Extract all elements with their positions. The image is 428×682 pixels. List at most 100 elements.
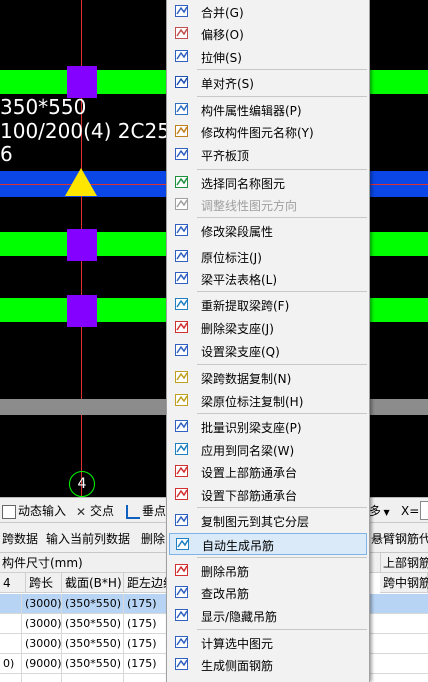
menu-item[interactable]: 删除吊筋 [169,560,367,582]
menu-item[interactable]: 删除梁支座(J) [169,317,367,339]
menu-item-label: 单对齐(S) [201,77,254,91]
menu-item-label: 生成侧面钢筋 [201,659,274,673]
menu-separator [197,69,367,70]
menu-item-label: 拉伸(S) [201,51,242,65]
table-cell[interactable]: 0) [0,654,22,674]
menu-item[interactable]: 复制图元到其它分层 [169,510,367,532]
table-cell[interactable] [62,674,124,682]
menu-item-label: 设置下部筋通承台 [201,489,298,503]
table-cell[interactable] [0,614,22,634]
menu-item[interactable]: 设置梁支座(Q) [169,340,367,362]
menu-item-label: 偏移(O) [201,28,244,42]
menu-item[interactable]: 合并(G) [169,1,367,23]
table-cell[interactable] [0,594,22,614]
menu-item[interactable]: 拉伸(S) [169,46,367,68]
axis-bubble: 4 [69,471,95,497]
menu-item-label: 调整线性图元方向 [201,199,298,213]
column[interactable] [67,295,97,327]
menu-item[interactable]: 设置下部筋通承台 [169,484,367,506]
table-cell[interactable]: (3000) [22,594,62,614]
table-cell[interactable]: (3000) [22,614,62,634]
more-snap[interactable]: 多 ▼ [369,502,390,520]
menu-item[interactable]: 重新提取梁跨(F) [169,294,367,316]
menu-item[interactable]: 梁平法表格(L) [169,268,367,290]
menu-item[interactable]: 计算选中图元 [169,632,367,654]
menu-separator [197,557,367,558]
adjust-direction-icon [174,196,190,212]
menu-item-label: 删除梁支座(J) [201,322,274,336]
more-snap-label: 多 [369,504,382,518]
column-header[interactable]: 4 [0,573,26,593]
menu-item-label: 梁平法表格(L) [201,273,278,287]
menu-item[interactable]: 设置上部筋通承台 [169,461,367,483]
menu-item[interactable]: 梁原位标注复制(H) [169,390,367,412]
table-cell[interactable]: (350*550) [62,634,124,654]
menu-item[interactable]: 构件属性编辑器(P) [169,99,367,121]
menu-item-label: 复制图元到其它分层 [201,515,310,529]
menu-separator [197,507,367,508]
perpendicular-snap[interactable]: 垂点 [126,502,166,520]
menu-separator [197,629,367,630]
extract-span-icon [174,296,190,312]
in-situ-label-icon [174,248,190,264]
menu-item[interactable]: 查改吊筋 [169,582,367,604]
perpendicular-icon [126,504,140,519]
menu-item-label: 重新提取梁跨(F) [201,299,290,313]
table-cell[interactable] [0,674,22,682]
column-header[interactable]: 跨中钢筋 [380,573,428,593]
table-cell[interactable]: (3000) [22,634,62,654]
column-header[interactable]: 跨长 [26,573,62,593]
menu-item-label: 平齐板顶 [201,149,250,163]
top-rebar-icon [174,463,190,479]
menu-separator [197,291,367,292]
dynamic-input-toggle[interactable]: 动态输入 [2,502,66,520]
bottom-rebar-icon [174,486,190,502]
table-cell[interactable]: (350*550) [62,614,124,634]
table-cell[interactable] [0,634,22,654]
menu-item[interactable]: 单对齐(S) [169,72,367,94]
intersection-snap[interactable]: ✕ 交点 [74,502,114,520]
menu-item[interactable]: 修改构件图元名称(Y) [169,121,367,143]
x-coordinate-label: X= [401,504,420,518]
menu-item: 调整线性图元方向 [169,194,367,216]
input-prev-column-button[interactable]: 输入当前列数据 [46,530,130,547]
span-data-button[interactable]: 跨数据 [2,530,38,547]
offset-icon [174,25,190,41]
column-header[interactable]: 截面(B*H) [62,573,124,593]
beam-segment-icon [174,222,190,238]
copy-span-icon [174,369,190,385]
flush-slab-icon [174,146,190,162]
column[interactable] [67,66,97,98]
delete-button[interactable]: 删除 [141,530,165,547]
menu-item[interactable]: 梁跨数据复制(N) [169,367,367,389]
x-coordinate-input[interactable] [420,501,428,520]
menu-separator [197,169,367,170]
table-cell[interactable]: (350*550) [62,594,124,614]
menu-separator [197,96,367,97]
copy-layer-icon [174,512,190,528]
menu-item[interactable]: 修改梁段属性 [169,220,367,242]
batch-identify-icon [174,418,190,434]
menu-item[interactable]: 平齐板顶 [169,144,367,166]
column[interactable] [67,229,97,261]
table-cell[interactable]: (9000) [22,654,62,674]
menu-item[interactable]: 选择同名称图元 [169,172,367,194]
table-cell[interactable]: (350*550) [62,654,124,674]
toggle-hanger-icon [174,607,190,623]
menu-item-label: 应用到同名梁(W) [201,444,295,458]
table-cell[interactable] [22,674,62,682]
perpendicular-label: 垂点 [142,504,167,518]
menu-item[interactable]: 显示/隐藏吊筋 [169,605,367,627]
menu-item[interactable]: 偏移(O) [169,23,367,45]
apply-same-name-icon [174,441,190,457]
menu-item-label: 梁跨数据复制(N) [201,372,292,386]
side-rebar-icon [174,656,190,672]
menu-item[interactable]: 自动生成吊筋 [169,533,367,555]
menu-item[interactable]: 原位标注(J) [169,246,367,268]
copy-label-icon [174,392,190,408]
menu-item[interactable]: 生成侧面钢筋 [169,654,367,676]
cantilever-rebar-button[interactable]: 悬臂钢筋代号 [371,530,428,547]
menu-item[interactable]: 批量识别梁支座(P) [169,416,367,438]
rename-icon [174,123,190,139]
menu-item[interactable]: 应用到同名梁(W) [169,439,367,461]
